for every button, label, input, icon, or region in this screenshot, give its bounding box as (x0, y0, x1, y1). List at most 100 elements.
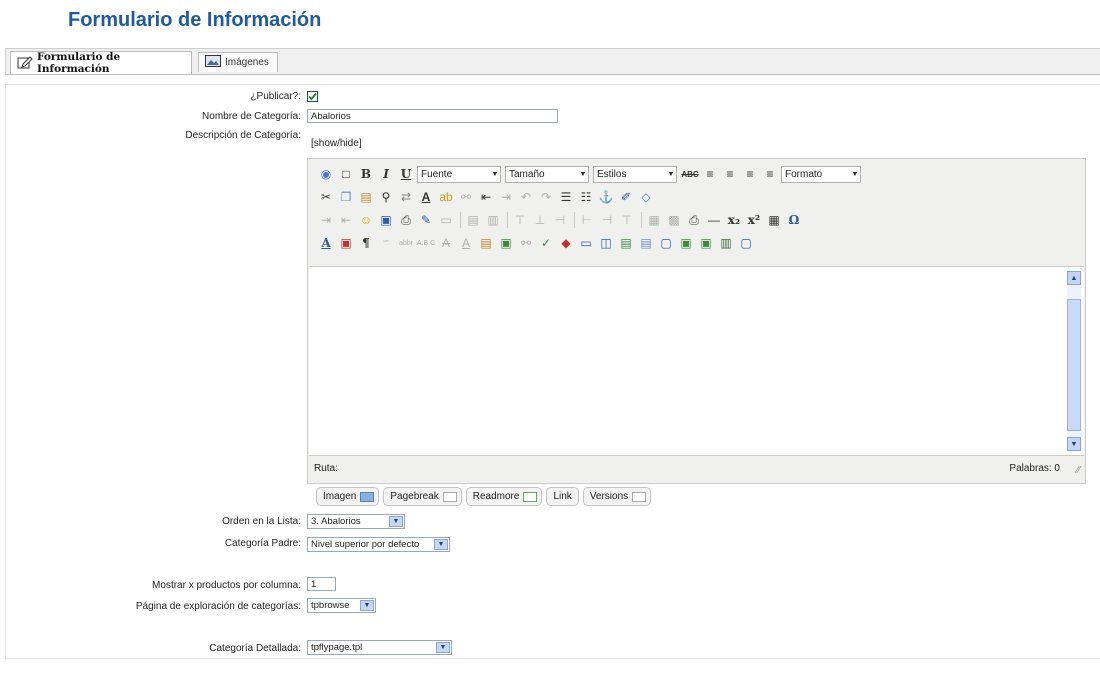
template-icon[interactable]: ▭ (437, 211, 455, 229)
style-props-icon[interactable]: A (317, 234, 335, 252)
code-icon[interactable]: ◆ (557, 234, 575, 252)
tab-information-form[interactable]: Formulario de Información (10, 51, 192, 75)
list-order-select[interactable]: 3. Abalorios ▼ (307, 514, 405, 529)
superscript-icon[interactable]: x² (745, 211, 763, 229)
abbr-icon[interactable]: abbr (397, 234, 415, 252)
underline-icon[interactable]: U (397, 165, 415, 183)
delete-text-icon[interactable]: A (437, 234, 455, 252)
insert-row-before-icon[interactable]: ⊤ (511, 211, 529, 229)
text-color-icon[interactable]: A (417, 188, 435, 206)
browse-page-select[interactable]: tpbrowse ▼ (307, 598, 376, 613)
merge-cells-icon[interactable]: ▩ (665, 211, 683, 229)
unlink-icon[interactable]: ⚯ (457, 188, 475, 206)
numbered-list-icon[interactable]: ☰ (557, 188, 575, 206)
redo-icon[interactable]: ↷ (537, 188, 555, 206)
chevron-down-icon: ▼ (491, 170, 499, 178)
move-backward-icon[interactable]: ▢ (657, 234, 675, 252)
new-document-icon[interactable]: □ (337, 165, 355, 183)
print-icon[interactable]: ⎙ (685, 211, 703, 229)
versions-button[interactable]: Versions (582, 487, 652, 506)
film-icon[interactable]: ▥ (717, 234, 735, 252)
category-name-input[interactable] (307, 109, 558, 123)
bold-icon[interactable]: B (357, 165, 375, 183)
editor-content-area[interactable]: ▲ ▼ (309, 266, 1084, 456)
pagebreak-button[interactable]: Pagebreak (383, 487, 462, 506)
insert-layer-icon[interactable]: ▤ (617, 234, 635, 252)
highlight-color-icon[interactable]: ab (437, 188, 455, 206)
cut-icon[interactable]: ✂ (317, 188, 335, 206)
delete-row-icon[interactable]: ⊣ (551, 211, 569, 229)
layout-icon[interactable]: ◫ (597, 234, 615, 252)
publish-checkbox[interactable] (307, 91, 318, 102)
show-hide-link[interactable]: [show/hide] (311, 138, 362, 149)
undo-icon[interactable]: ↶ (517, 188, 535, 206)
insert-row-after-icon[interactable]: ⊥ (531, 211, 549, 229)
cite-icon[interactable]: “” (377, 234, 395, 252)
cleanup-icon[interactable]: ✐ (617, 188, 635, 206)
table-cell-icon[interactable]: ▥ (484, 211, 502, 229)
scroll-thumb[interactable] (1067, 299, 1081, 431)
eraser-icon[interactable]: ◇ (637, 188, 655, 206)
split-cells-icon[interactable]: ▦ (645, 211, 663, 229)
outdent-icon[interactable]: ⇤ (477, 188, 495, 206)
media-icon[interactable]: ▣ (377, 211, 395, 229)
page-break-icon[interactable]: ⚯ (517, 234, 535, 252)
select-value: tpflypage.tpl (311, 642, 363, 653)
smiley-icon[interactable]: ☺ (357, 211, 375, 229)
insert-col-after-icon[interactable]: ⊣ (598, 211, 616, 229)
strikethrough-icon[interactable]: ABC (681, 165, 699, 183)
help-icon[interactable]: ◉ (317, 165, 335, 183)
subscript-icon[interactable]: x₂ (725, 211, 743, 229)
scroll-up-icon[interactable]: ▲ (1067, 271, 1081, 285)
bullet-list-icon[interactable]: ☷ (577, 188, 595, 206)
edit-icon[interactable]: ✎ (417, 211, 435, 229)
absolute-position-icon[interactable]: ▣ (337, 234, 355, 252)
anchor-icon[interactable]: ⚓ (597, 188, 615, 206)
styles-select[interactable]: Estilos ▼ (593, 165, 677, 183)
editor-scrollbar[interactable]: ▲ ▼ (1067, 271, 1081, 451)
justify-full-icon[interactable]: ≡ (701, 165, 719, 183)
acronym-icon[interactable]: A.B.C (417, 234, 435, 252)
horizontal-rule-icon[interactable]: — (705, 211, 723, 229)
readmore-button[interactable]: Readmore (465, 487, 543, 506)
link-button[interactable]: Link (546, 487, 579, 506)
insert-col-before-icon[interactable]: ⊢ (578, 211, 596, 229)
visual-chars-icon[interactable]: ¶ (357, 234, 375, 252)
special-char-icon[interactable]: Ω (785, 211, 803, 229)
image-manager-icon[interactable]: ▣ (697, 234, 715, 252)
move-forward-icon[interactable]: ▤ (637, 234, 655, 252)
align-center-icon[interactable]: ≡ (721, 165, 739, 183)
resize-grip-icon[interactable]: ⁄⁄ (1077, 465, 1080, 476)
paste-icon[interactable]: ▤ (357, 188, 375, 206)
parent-category-select[interactable]: Nivel superior por defecto ▼ (307, 537, 450, 552)
ltr-icon[interactable]: ⇥ (317, 211, 335, 229)
scroll-down-icon[interactable]: ▼ (1067, 437, 1081, 451)
chevron-down-icon: ▼ (389, 516, 403, 527)
fullscreen-icon[interactable]: ▢ (737, 234, 755, 252)
delete-col-icon[interactable]: ⊤ (618, 211, 636, 229)
image-button[interactable]: Imagen (316, 487, 380, 506)
italic-icon[interactable]: I (377, 165, 395, 183)
format-select[interactable]: Formato ▼ (781, 165, 861, 183)
preview-icon[interactable]: ⎙ (397, 211, 415, 229)
attributes-icon[interactable]: ▤ (477, 234, 495, 252)
insert-image-icon[interactable]: ▣ (677, 234, 695, 252)
detail-category-select[interactable]: tpflypage.tpl ▼ (307, 640, 452, 655)
replace-icon[interactable]: ⇄ (397, 188, 415, 206)
table-row-icon[interactable]: ▤ (464, 211, 482, 229)
tab-images[interactable]: Imágenes (198, 52, 278, 72)
size-select[interactable]: Tamaño ▼ (505, 165, 589, 183)
align-right-icon[interactable]: ≡ (761, 165, 779, 183)
font-select[interactable]: Fuente ▼ (417, 165, 501, 183)
copy-icon[interactable]: ❐ (337, 188, 355, 206)
table-icon[interactable]: ▦ (765, 211, 783, 229)
indent-icon[interactable]: ⇥ (497, 188, 515, 206)
spellcheck-icon[interactable]: ✓ (537, 234, 555, 252)
insert-text-icon[interactable]: A (457, 234, 475, 252)
align-left-icon[interactable]: ≡ (741, 165, 759, 183)
find-icon[interactable]: ⚲ (377, 188, 395, 206)
layer-icon[interactable]: ▭ (577, 234, 595, 252)
products-per-row-input[interactable] (307, 577, 336, 591)
non-breaking-icon[interactable]: ▣ (497, 234, 515, 252)
rtl-icon[interactable]: ⇤ (337, 211, 355, 229)
